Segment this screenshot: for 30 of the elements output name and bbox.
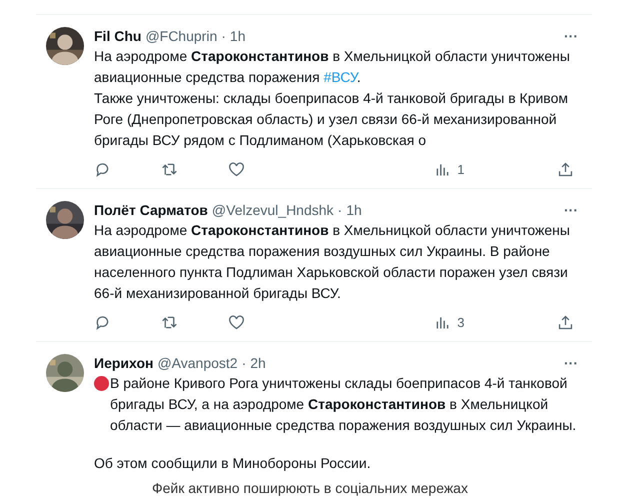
author-name[interactable]: Fil Chu xyxy=(94,28,142,44)
like-icon[interactable] xyxy=(228,161,244,178)
like-icon[interactable] xyxy=(228,314,244,331)
post-text: Об этом сообщили в Минобороны России. xyxy=(94,454,371,473)
views-count: 3 xyxy=(457,315,466,330)
more-button[interactable]: ··· xyxy=(560,202,582,218)
post-time[interactable]: 2h xyxy=(250,354,266,370)
author-handle[interactable]: @FChuprin xyxy=(145,28,218,44)
reply-icon[interactable] xyxy=(94,161,111,178)
post-time[interactable]: 1h xyxy=(346,202,362,218)
separator-dot: · xyxy=(242,354,246,370)
repost-icon[interactable] xyxy=(160,314,178,331)
post-text: На аэродроме Староконстантинов в Хмельницкой области уничтожены авиационные средства поражения #ВСУ. Также уничтожены: склады боеприпасов 4-й танковой бригады в Кривом Роге (Днепропетровская область) и узел связи 66-й механизированной бригады ВСУ рядом с Подлиманом (Харьковская о xyxy=(94,47,570,150)
post-text: В районе Кривого Рога уничтожены склады боеприпасов 4-й танковой бригады ВСУ, а на аэродроме Староконстантинов в Хмельницкой области — авиационные средства поражения воздушных сил Украины. xyxy=(110,374,576,435)
repost-icon[interactable] xyxy=(160,161,178,178)
author-name[interactable]: Иерихон xyxy=(94,354,154,370)
share-icon[interactable] xyxy=(557,161,574,178)
more-button[interactable]: ··· xyxy=(560,354,582,370)
reply-icon[interactable] xyxy=(94,314,111,331)
author-handle[interactable]: @Velzevul_Hndshk xyxy=(212,202,334,218)
separator-dot: · xyxy=(221,28,226,44)
share-icon[interactable] xyxy=(557,314,574,331)
author-name[interactable]: Полёт Сарматов xyxy=(94,202,208,218)
caption-text: Фейк активно поширюють в соціальних мережах xyxy=(151,480,469,496)
author-handle[interactable]: @Avanpost2 xyxy=(157,354,238,370)
more-button[interactable]: ··· xyxy=(560,28,582,44)
separator-dot: · xyxy=(338,202,342,218)
post-time[interactable]: 1h xyxy=(230,28,246,44)
views-count: 1 xyxy=(457,162,466,177)
post-text: На аэродроме Староконстантинов в Хмельницкой области уничтожены авиационные средства поражения воздушных сил Украины. В районе населенного пункта Подлиман Харьковской области поражен узел связи 66-й механизированной бригады ВСУ. xyxy=(94,221,570,303)
